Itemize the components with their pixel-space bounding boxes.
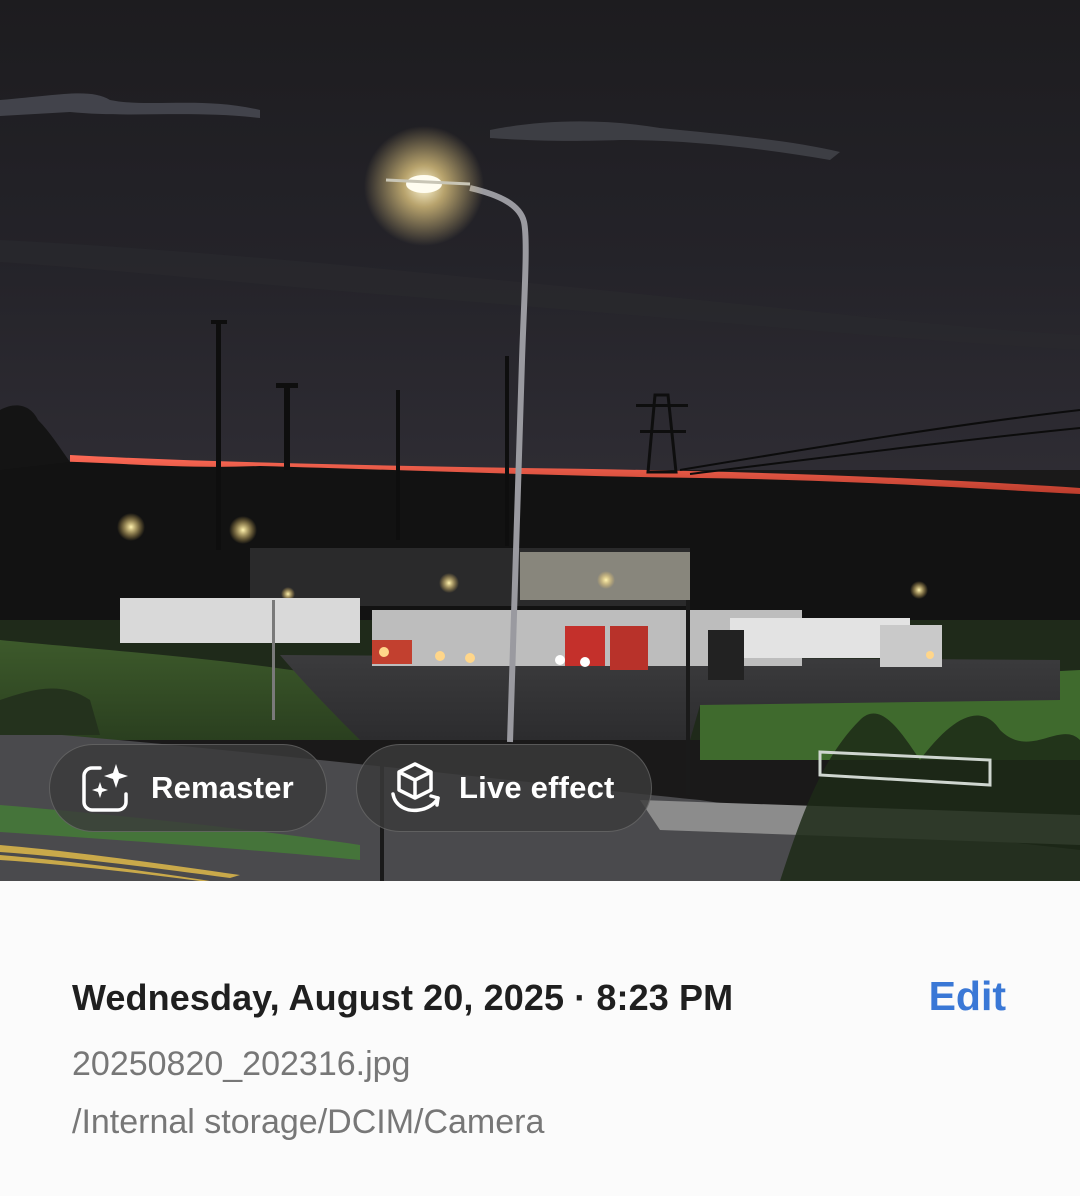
photo-file-path: /Internal storage/DCIM/Camera: [72, 1103, 545, 1141]
photo-datetime: Wednesday, August 20, 2025 · 8:23 PM: [72, 977, 734, 1018]
photo-view[interactable]: Remaster Live effect: [0, 0, 1080, 881]
sparkle-frame-icon: [78, 760, 134, 816]
cube-rotate-icon: [387, 760, 443, 816]
photo-details-screen: Remaster Live effect Wednesday, August 2…: [0, 0, 1080, 1196]
live-effect-label: Live effect: [459, 770, 615, 805]
remaster-button[interactable]: Remaster: [49, 744, 327, 832]
remaster-label: Remaster: [151, 770, 294, 805]
details-panel: Wednesday, August 20, 2025 · 8:23 PM Edi…: [0, 881, 1080, 1196]
photo-filename: 20250820_202316.jpg: [72, 1045, 411, 1083]
edit-datetime-button[interactable]: Edit: [929, 973, 1006, 1020]
live-effect-button[interactable]: Live effect: [356, 744, 652, 832]
